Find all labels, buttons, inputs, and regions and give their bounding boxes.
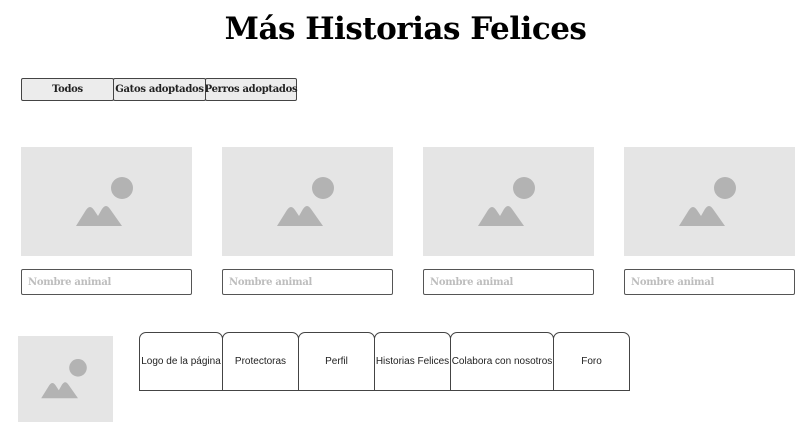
- animal-name-field[interactable]: [222, 269, 393, 295]
- image-placeholder-icon: [40, 359, 87, 399]
- nav-item-logo[interactable]: Logo de la página: [139, 332, 223, 391]
- image-placeholder-icon: [477, 176, 535, 226]
- footer-logo[interactable]: [18, 336, 113, 422]
- animal-photo: [222, 147, 393, 256]
- page-title: Más Historias Felices: [224, 11, 587, 47]
- animal-card: [222, 147, 393, 295]
- filter-dogs-button[interactable]: Perros adoptados: [205, 78, 298, 101]
- nav-item-perfil[interactable]: Perfil: [298, 332, 375, 391]
- animal-photo: [624, 147, 795, 256]
- filter-all-button[interactable]: Todos: [21, 78, 114, 101]
- image-placeholder-icon: [75, 176, 133, 226]
- image-placeholder-icon: [678, 176, 736, 226]
- nav-item-foro[interactable]: Foro: [553, 332, 630, 391]
- nav-item-historias-felices[interactable]: Historias Felices: [374, 332, 451, 391]
- footer-nav: Logo de la página Protectoras Perfil His…: [139, 332, 630, 391]
- animal-name-field[interactable]: [21, 269, 192, 295]
- animal-card: [423, 147, 594, 295]
- animal-name-field[interactable]: [624, 269, 795, 295]
- nav-item-protectoras[interactable]: Protectoras: [222, 332, 299, 391]
- animal-photo: [21, 147, 192, 256]
- animal-card: [624, 147, 795, 295]
- image-placeholder-icon: [276, 176, 334, 226]
- animal-name-field[interactable]: [423, 269, 594, 295]
- filter-bar: Todos Gatos adoptados Perros adoptados: [21, 78, 298, 101]
- animal-photo: [423, 147, 594, 256]
- filter-cats-button[interactable]: Gatos adoptados: [113, 78, 206, 101]
- nav-item-colabora[interactable]: Colabora con nosotros: [450, 332, 554, 391]
- animal-card: [21, 147, 192, 295]
